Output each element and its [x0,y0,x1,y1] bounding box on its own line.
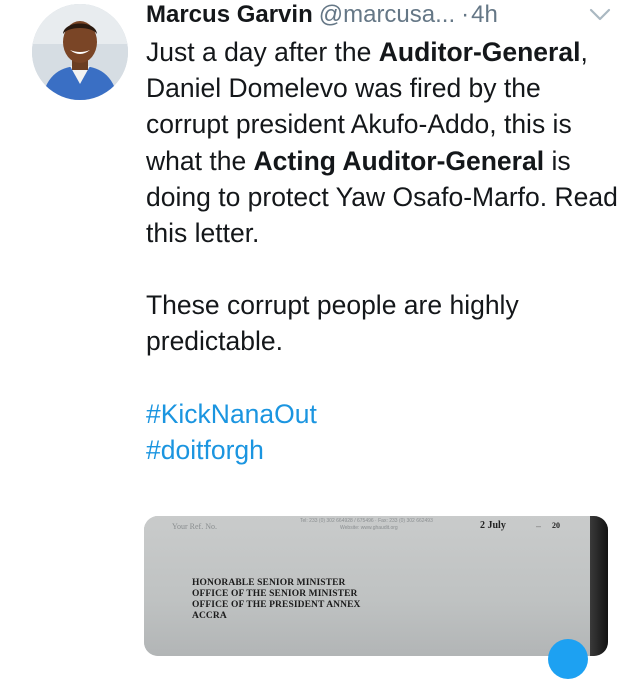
letter-tel-line: Tel: 233 (0) 302 664928 / 675496 · Fax: … [300,518,433,524]
letter-date: 2 July [480,520,506,531]
address-line: OFFICE OF THE PRESIDENT ANNEX [192,600,361,610]
letter-date-dash: – [536,521,542,531]
author-handle[interactable]: @marcusa... [319,1,455,28]
letter-address: HONORABLE SENIOR MINISTER OFFICE OF THE … [192,578,360,622]
tweet-paragraph-2: These corrupt people are highly predicta… [146,290,519,357]
tweet-header: Marcus Garvin @marcusa... ·4h [146,0,616,34]
photo-dark-edge [590,516,608,656]
hashtag-link[interactable]: #KickNanaOut [146,396,626,432]
address-line: HONORABLE SENIOR MINISTER [192,578,346,588]
author-name[interactable]: Marcus Garvin [146,1,313,28]
bold-text-run: Acting Auditor-General [253,145,545,176]
bold-text-run: Auditor-General [378,37,581,67]
avatar[interactable] [32,4,128,100]
letter-year: 20 [552,521,560,530]
separator-dot: · [461,1,470,28]
letter-website-line: Website: www.ghaudit.org [340,525,398,531]
chevron-down-icon[interactable] [586,2,614,26]
tweet-time[interactable]: 4h [471,1,498,28]
address-line: OFFICE OF THE SENIOR MINISTER [192,589,358,599]
text-run: Just a day after the [146,37,379,67]
address-line: ACCRA [192,611,227,621]
letter-ref-label: Your Ref. No. [172,522,217,531]
letter-paper: Your Ref. No. Tel: 233 (0) 302 664928 / … [144,516,594,656]
avatar-photo [32,4,128,100]
tweet-paragraph-1: Just a day after the Auditor-General, Da… [146,34,626,251]
hashtag-link[interactable]: #doitforgh [146,432,626,468]
tweet-media-image[interactable]: Your Ref. No. Tel: 233 (0) 302 664928 / … [144,516,608,656]
compose-fab-button[interactable] [548,639,588,679]
tweet-body: Just a day after the Auditor-General, Da… [146,34,626,468]
